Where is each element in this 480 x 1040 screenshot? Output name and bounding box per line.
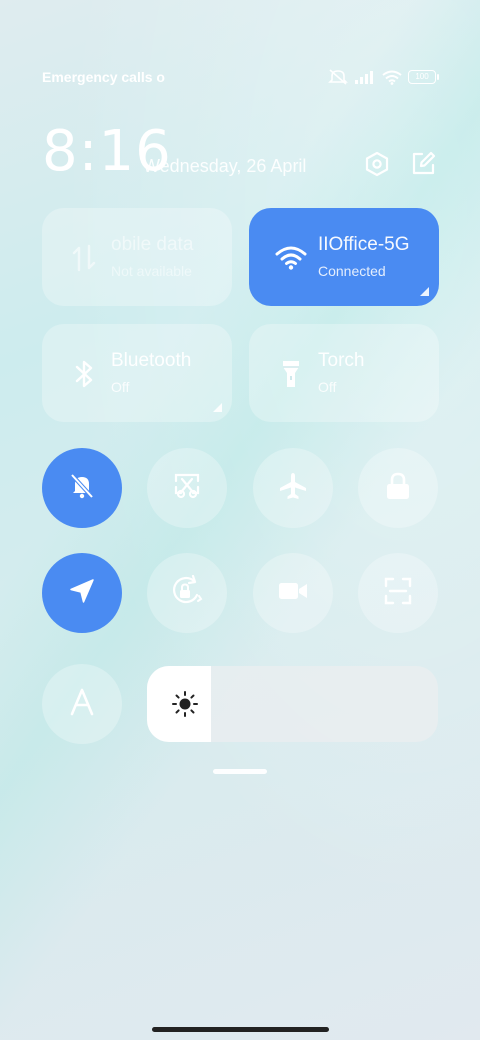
expand-corner-icon[interactable] xyxy=(213,403,222,412)
torch-title: Torch xyxy=(318,350,365,371)
airplane-icon xyxy=(278,471,308,506)
bell-off-icon xyxy=(67,471,97,506)
status-bar: Emergency calls o 100 xyxy=(42,66,439,88)
rotation-lock-toggle[interactable] xyxy=(147,553,227,633)
battery-icon: 100 xyxy=(408,70,439,84)
airplane-toggle[interactable] xyxy=(253,448,333,528)
expand-corner-icon[interactable] xyxy=(420,287,429,296)
scan-toggle[interactable] xyxy=(358,553,438,633)
screen-record-toggle[interactable] xyxy=(253,553,333,633)
status-icons: 100 xyxy=(328,69,439,85)
clock-date: Wednesday, 26 April xyxy=(143,156,307,176)
letter-a-icon xyxy=(68,688,96,721)
home-indicator[interactable] xyxy=(152,1027,329,1032)
wifi-icon xyxy=(273,240,309,276)
bluetooth-icon xyxy=(66,356,102,392)
torch-icon xyxy=(273,356,309,392)
location-toggle[interactable] xyxy=(42,553,122,633)
wifi-status: Connected xyxy=(318,263,386,279)
bluetooth-status: Off xyxy=(111,379,130,395)
carrier-text: Emergency calls o xyxy=(42,69,165,85)
settings-hex-icon[interactable] xyxy=(363,150,391,178)
torch-tile[interactable]: Torch Off xyxy=(249,324,439,422)
mute-toggle[interactable] xyxy=(42,448,122,528)
wifi-tile[interactable]: IIOffice-5G Connected xyxy=(249,208,439,306)
font-size-toggle[interactable] xyxy=(42,664,122,744)
sun-icon xyxy=(171,690,199,718)
torch-status: Off xyxy=(318,379,337,395)
lock-screen-toggle[interactable] xyxy=(358,448,438,528)
scan-icon xyxy=(383,576,413,611)
bluetooth-title: Bluetooth xyxy=(111,350,192,371)
edit-icon[interactable] xyxy=(409,150,437,178)
rotation-lock-icon xyxy=(170,574,204,612)
lock-icon xyxy=(385,471,411,506)
mobile-data-title: obile data xyxy=(111,234,194,255)
screenshot-toggle[interactable] xyxy=(147,448,227,528)
location-arrow-icon xyxy=(68,577,96,610)
wifi-network-name: IIOffice-5G xyxy=(318,234,410,255)
wifi-status-icon xyxy=(382,70,402,85)
signal-icon xyxy=(354,70,376,84)
scissors-icon xyxy=(173,472,201,505)
mute-vibrate-icon xyxy=(328,69,348,85)
brightness-slider[interactable] xyxy=(147,666,438,742)
bluetooth-tile[interactable]: Bluetooth Off xyxy=(42,324,232,422)
mobile-data-tile[interactable]: obile data Not available xyxy=(42,208,232,306)
mobile-data-status: Not available xyxy=(111,263,192,279)
video-camera-icon xyxy=(277,579,309,608)
panel-drag-handle[interactable] xyxy=(213,769,267,774)
data-arrows-icon xyxy=(66,240,102,276)
